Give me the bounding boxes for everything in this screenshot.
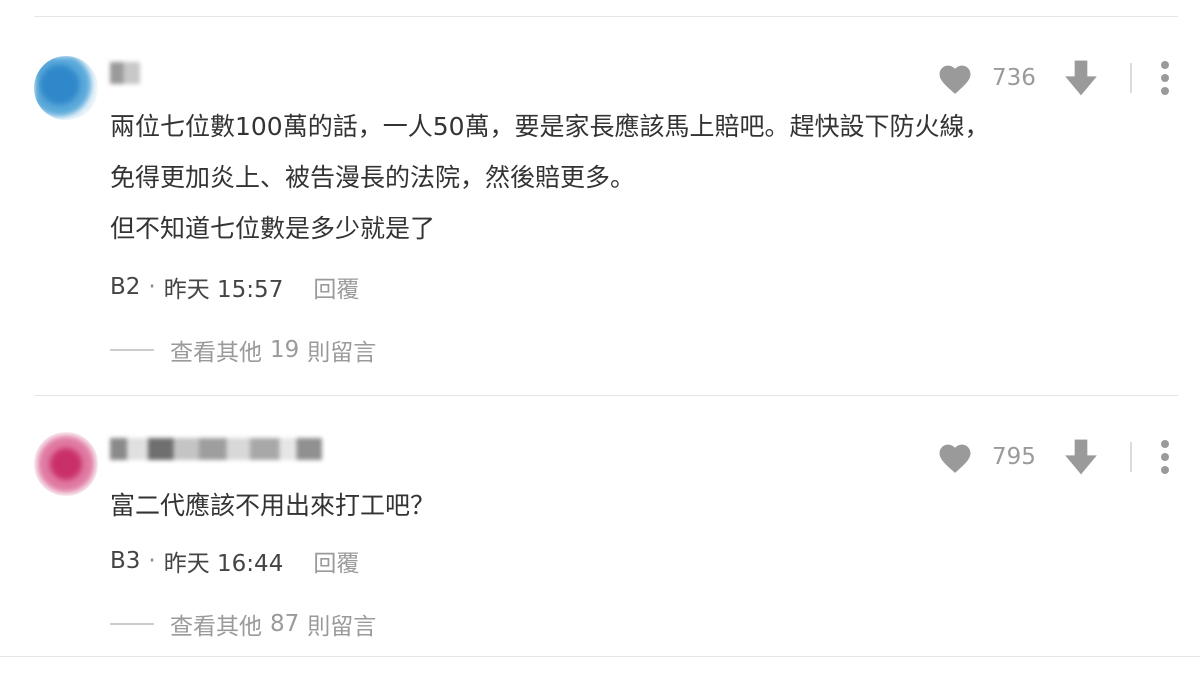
comment-line: 兩位七位數100萬的話，一人50萬，要是家長應該馬上賠吧。趕快設下防火線， [110, 112, 990, 141]
more-prefix: 查看其他 [170, 614, 262, 640]
like-count: 736 [992, 65, 1036, 91]
arrow-down-icon[interactable] [1064, 438, 1098, 476]
avatar[interactable] [34, 432, 98, 496]
more-options-button[interactable] [1160, 61, 1170, 95]
comment-line: 免得更加炎上、被告漫長的法院，然後賠更多。 [110, 163, 636, 192]
comment-line: 但不知道七位數是多少就是了 [110, 214, 436, 243]
more-vertical-icon-dot [1161, 61, 1169, 69]
dash-line [110, 623, 154, 625]
like-count: 795 [992, 444, 1036, 470]
comment-body: 富二代應該不用出來打工吧？ [110, 480, 1160, 531]
comment-divider [34, 395, 1178, 396]
more-vertical-icon-dot [1161, 74, 1169, 82]
dash-line [110, 349, 154, 351]
reply-button[interactable]: 回覆 [313, 544, 359, 578]
more-vertical-icon-dot [1161, 87, 1169, 95]
more-options-button[interactable] [1160, 440, 1170, 474]
author-mosaic [110, 438, 322, 460]
avatar-pixelated-image [34, 56, 98, 120]
more-suffix: 則留言 [307, 614, 377, 640]
heart-icon [939, 444, 971, 473]
author-mosaic [110, 62, 140, 84]
bottom-divider [0, 656, 1200, 657]
reply-button[interactable]: 回覆 [313, 270, 359, 304]
like-button[interactable]: 795 [936, 440, 1052, 474]
author-name-censored[interactable] [110, 62, 140, 84]
more-suffix: 則留言 [307, 340, 377, 366]
timestamp: 昨天 16:44 [163, 551, 284, 577]
more-prefix: 查看其他 [170, 340, 262, 366]
avatar[interactable] [34, 56, 98, 120]
comment-meta: B2 · 昨天 15:57 回覆 [110, 270, 359, 304]
floor-number: B2 [110, 274, 141, 300]
more-vertical-icon-dot [1161, 453, 1169, 461]
top-divider [34, 16, 1178, 17]
floor-number: B3 [110, 548, 141, 574]
avatar-pixelated-image [34, 432, 98, 496]
action-separator [1130, 442, 1132, 472]
comment-actions: 736 [936, 58, 1170, 98]
comment-meta: B3 · 昨天 16:44 回覆 [110, 544, 359, 578]
more-vertical-icon-dot [1161, 440, 1169, 448]
view-more-replies-link[interactable]: 查看其他 19 則留言 [110, 333, 376, 367]
comment-line: 富二代應該不用出來打工吧？ [110, 491, 436, 520]
meta-dot: · [148, 548, 156, 574]
more-vertical-icon-dot [1161, 466, 1169, 474]
heart-icon [939, 65, 971, 94]
action-separator [1130, 63, 1132, 93]
comment-body: 兩位七位數100萬的話，一人50萬，要是家長應該馬上賠吧。趕快設下防火線， 免得… [110, 101, 1160, 254]
author-name-censored[interactable] [110, 438, 322, 460]
timestamp: 昨天 15:57 [163, 277, 284, 303]
view-more-replies-link[interactable]: 查看其他 87 則留言 [110, 607, 376, 641]
like-button[interactable]: 736 [936, 61, 1052, 95]
comment-actions: 795 [936, 437, 1170, 477]
more-count: 19 [270, 337, 300, 363]
more-count: 87 [270, 611, 300, 637]
meta-dot: · [148, 274, 156, 300]
arrow-down-icon[interactable] [1064, 59, 1098, 97]
